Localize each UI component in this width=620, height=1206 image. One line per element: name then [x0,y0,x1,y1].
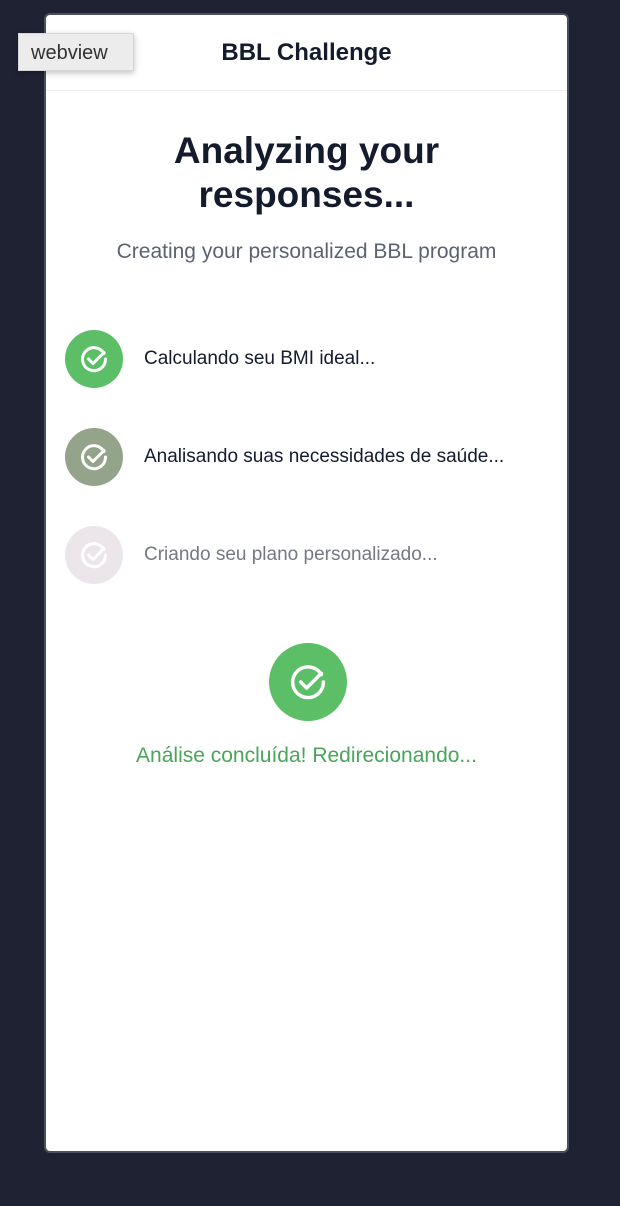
webview-tag: webview [18,33,134,71]
page-title-line-2: responses... [198,174,415,215]
app-title: BBL Challenge [221,38,392,66]
progress-step-1: Calculando seu BMI ideal... [65,330,555,388]
completion-check-icon [269,643,347,721]
page-subtitle: Creating your personalized BBL program [116,240,497,263]
page-title: Analyzing your responses... [46,129,567,217]
check-circle-icon [65,330,123,388]
progress-step-2: Analisando suas necessidades de saúde... [65,428,555,486]
check-circle-icon [65,428,123,486]
progress-step-label: Calculando seu BMI ideal... [144,348,376,369]
progress-step-label: Analisando suas necessidades de saúde... [144,446,505,467]
progress-step-3: Criando seu plano personalizado... [65,526,555,584]
check-circle-icon [65,526,123,584]
page-title-line-1: Analyzing your [173,130,440,171]
phone-frame: BBL Challenge Analyzing your responses..… [44,13,569,1153]
completion-message: Análise concluída! Redirecionando... [136,744,477,767]
progress-step-label: Criando seu plano personalizado... [144,544,438,565]
